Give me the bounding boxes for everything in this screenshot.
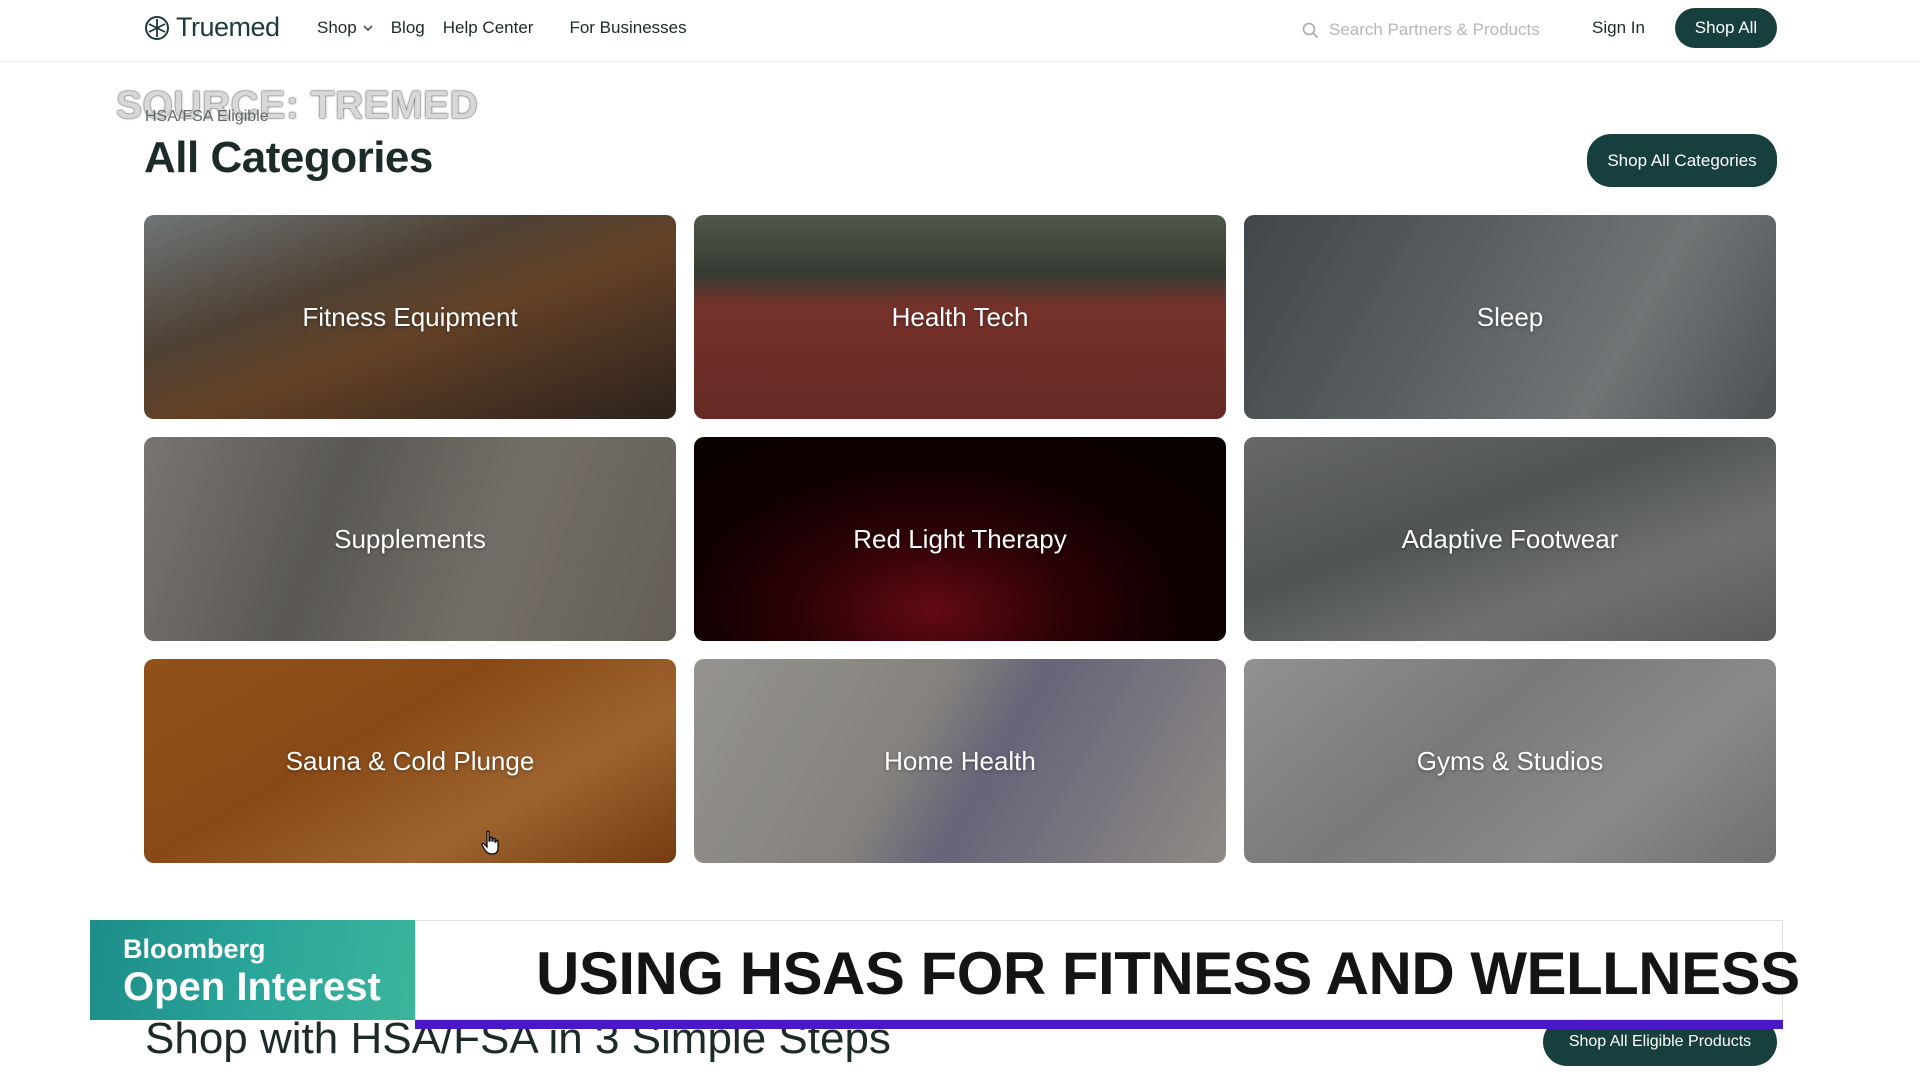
- search-icon: [1302, 22, 1319, 38]
- shop-all-categories-button[interactable]: Shop All Categories: [1587, 134, 1777, 187]
- category-label: Fitness Equipment: [302, 301, 518, 332]
- brand-network: Bloomberg: [123, 934, 266, 964]
- nav-blog-link[interactable]: Blog: [391, 18, 425, 38]
- category-label: Gyms & Studios: [1416, 745, 1604, 776]
- section-eyebrow: HSA/FSA Eligible: [145, 108, 269, 125]
- category-card-gyms-studios[interactable]: Gyms & Studios: [1244, 659, 1776, 863]
- search-input[interactable]: [1329, 20, 1559, 40]
- category-label: Red Light Therapy: [853, 523, 1067, 554]
- category-label: Health Tech: [891, 301, 1029, 332]
- category-card-home-health[interactable]: Home Health: [694, 659, 1226, 863]
- nav-shop-label: Shop: [317, 18, 357, 37]
- search-bar[interactable]: [1302, 16, 1562, 44]
- nav-help-center-link[interactable]: Help Center: [443, 18, 534, 38]
- category-grid: Fitness Equipment Health Tech Sleep Supp…: [144, 215, 1777, 863]
- category-label: Home Health: [884, 745, 1036, 776]
- headline-accent-bar: [415, 1020, 1783, 1029]
- category-card-adaptive-footwear[interactable]: Adaptive Footwear: [1244, 437, 1776, 641]
- page-title: All Categories: [144, 133, 433, 182]
- category-label: Adaptive Footwear: [1401, 523, 1619, 554]
- truemed-logo-icon: [145, 15, 169, 40]
- category-label: Supplements: [334, 523, 486, 554]
- logo-text: Truemed: [176, 12, 280, 42]
- top-nav: Truemed Shop Blog Help Center For Busine…: [0, 0, 1920, 62]
- sign-in-link[interactable]: Sign In: [1592, 18, 1645, 38]
- brand-show-name: Open Interest: [123, 965, 381, 1009]
- category-card-fitness-equipment[interactable]: Fitness Equipment: [144, 215, 676, 419]
- category-card-health-tech[interactable]: Health Tech: [694, 215, 1226, 419]
- headline-box: USING HSAS FOR FITNESS AND WELLNESS: [415, 920, 1800, 1020]
- show-brand: Bloomberg Open Interest: [90, 920, 415, 1020]
- chevron-down-icon: [363, 25, 373, 31]
- category-card-sleep[interactable]: Sleep: [1244, 215, 1776, 419]
- logo[interactable]: Truemed: [144, 12, 280, 43]
- shop-all-button[interactable]: Shop All: [1675, 8, 1777, 48]
- nav-links: Shop Blog Help Center For Businesses: [317, 18, 705, 38]
- category-card-supplements[interactable]: Supplements: [144, 437, 676, 641]
- headline-text: USING HSAS FOR FITNESS AND WELLNESS: [536, 940, 1800, 1007]
- hand-cursor-icon: [481, 830, 499, 855]
- category-card-red-light-therapy[interactable]: Red Light Therapy: [694, 437, 1226, 641]
- nav-shop-dropdown[interactable]: Shop: [317, 18, 373, 38]
- broadcast-lower-third: Bloomberg Open Interest USING HSAS FOR F…: [90, 920, 1800, 1029]
- category-label: Sleep: [1476, 301, 1544, 332]
- nav-for-businesses-link[interactable]: For Businesses: [569, 18, 686, 38]
- category-card-sauna-cold-plunge[interactable]: Sauna & Cold Plunge: [144, 659, 676, 863]
- category-label: Sauna & Cold Plunge: [285, 745, 535, 776]
